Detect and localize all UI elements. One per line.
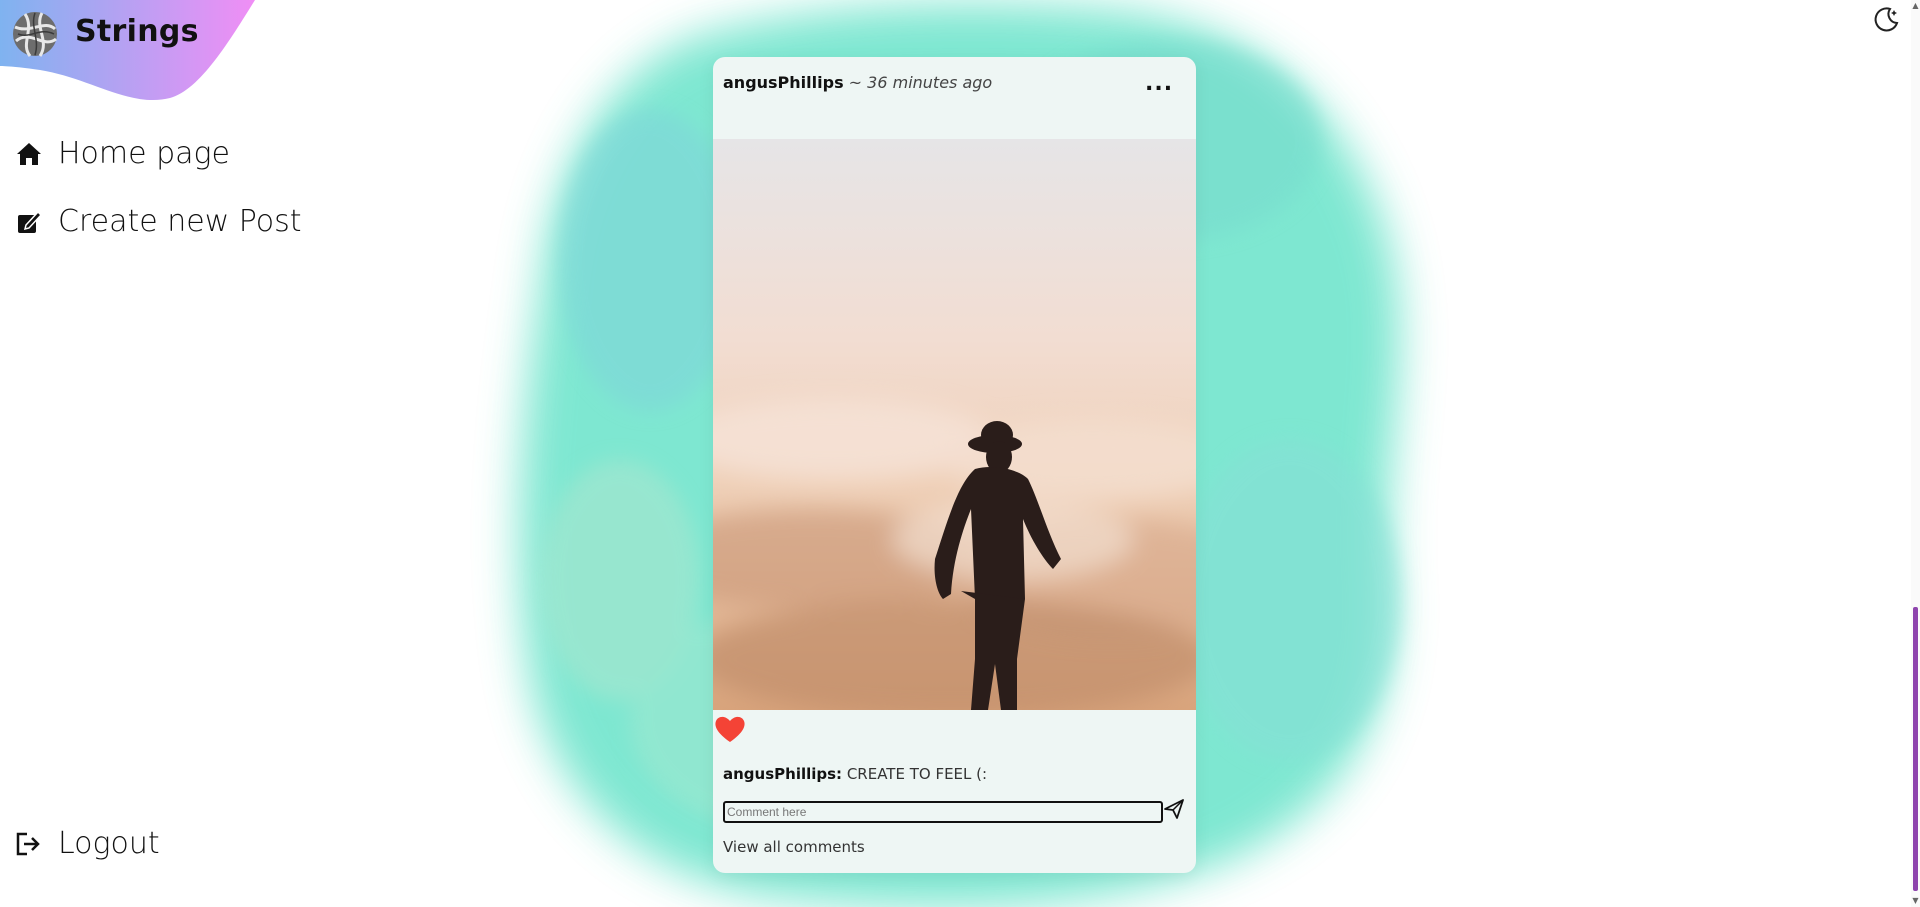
nav-create-post[interactable]: Create new Post bbox=[14, 204, 302, 239]
nav-home-label: Home page bbox=[58, 136, 231, 171]
scrollbar-thumb[interactable] bbox=[1913, 607, 1918, 891]
home-icon bbox=[14, 139, 44, 169]
comment-form bbox=[723, 798, 1185, 825]
post-caption: angusPhillips: CREATE TO FEEL (: bbox=[723, 765, 987, 783]
scrollbar[interactable]: ▲ ▼ bbox=[1911, 0, 1920, 907]
post-image bbox=[713, 139, 1196, 710]
nav-create-label: Create new Post bbox=[58, 204, 302, 239]
nav-logout[interactable]: Logout bbox=[14, 826, 160, 861]
edit-icon bbox=[14, 207, 44, 237]
heart-icon[interactable] bbox=[713, 713, 747, 745]
caption-username[interactable]: angusPhillips: bbox=[723, 765, 842, 783]
brand-name: Strings bbox=[75, 14, 199, 49]
scroll-up-arrow[interactable]: ▲ bbox=[1911, 0, 1920, 12]
post-header: angusPhillips ~ 36 minutes ago bbox=[723, 73, 992, 92]
ellipsis-icon[interactable]: ... bbox=[1145, 71, 1173, 96]
scroll-down-arrow[interactable]: ▼ bbox=[1911, 895, 1920, 907]
moon-icon[interactable] bbox=[1872, 4, 1902, 34]
page: Strings Home page Create new Post Logout… bbox=[0, 0, 1920, 907]
post-card: angusPhillips ~ 36 minutes ago ... angus… bbox=[713, 57, 1196, 873]
send-icon[interactable] bbox=[1163, 798, 1185, 820]
yarn-ball-icon bbox=[13, 12, 57, 57]
logout-icon bbox=[14, 829, 44, 859]
view-all-comments-link[interactable]: View all comments bbox=[723, 838, 865, 856]
nav-home[interactable]: Home page bbox=[14, 136, 230, 171]
nav-logout-label: Logout bbox=[58, 826, 160, 861]
logo-area[interactable]: Strings bbox=[0, 0, 260, 105]
post-username[interactable]: angusPhillips bbox=[723, 73, 844, 92]
post-time-ago: 36 minutes ago bbox=[867, 73, 993, 92]
post-separator: ~ bbox=[843, 73, 868, 92]
caption-text: CREATE TO FEEL (: bbox=[842, 765, 988, 783]
comment-input[interactable] bbox=[723, 801, 1163, 823]
